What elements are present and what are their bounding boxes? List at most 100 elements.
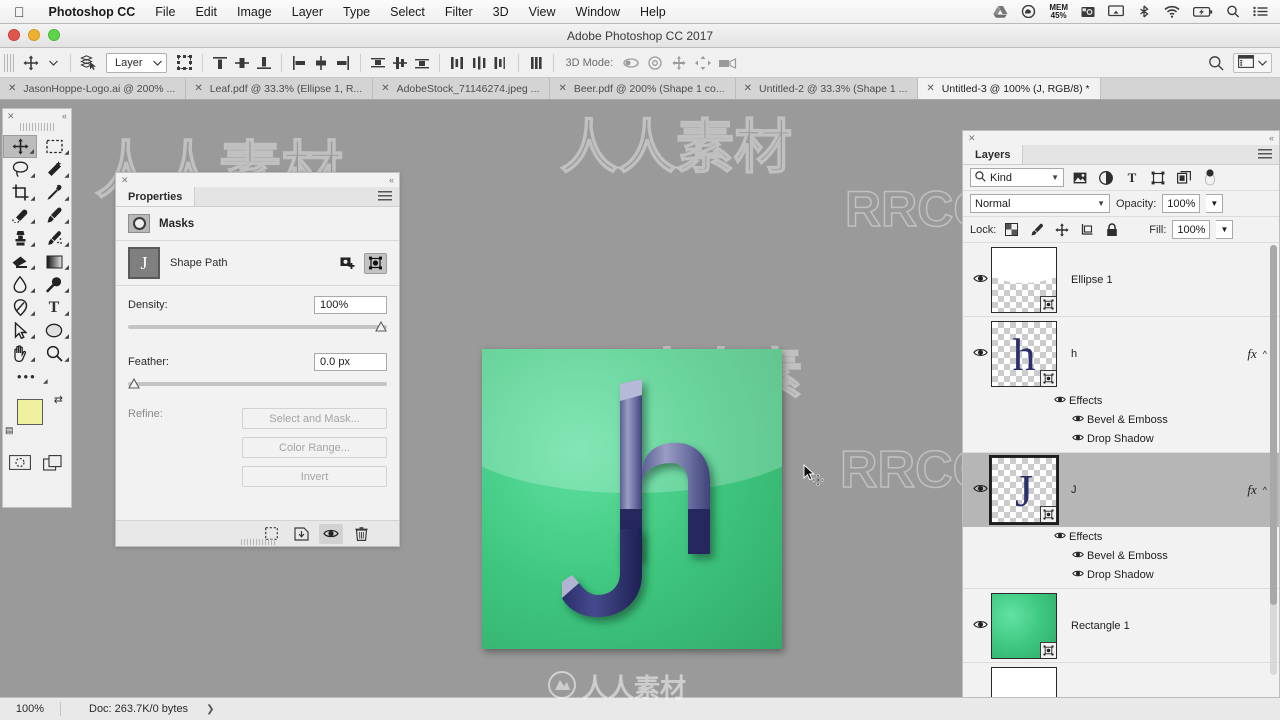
feather-input[interactable]: 0.0 px	[314, 353, 387, 371]
menu-item-file[interactable]: File	[145, 5, 185, 19]
layer-name-label[interactable]: J	[1071, 484, 1077, 496]
chevron-up-icon[interactable]: ^	[1263, 485, 1267, 495]
chevron-up-icon[interactable]: ^	[1263, 349, 1267, 359]
layer-name-label[interactable]: h	[1071, 348, 1077, 360]
density-slider-knob[interactable]	[375, 321, 387, 332]
layer-visibility-eye-icon[interactable]	[969, 483, 991, 497]
battery-icon[interactable]	[1193, 6, 1213, 18]
lock-image-pixels-icon[interactable]	[1027, 221, 1046, 239]
document-tab-5-active[interactable]: ✕ Untitled-3 @ 100% (J, RGB/8) *	[918, 78, 1101, 99]
layer-thumbnail[interactable]: h	[991, 321, 1057, 387]
rectangular-marquee-tool[interactable]: ◢	[37, 135, 71, 158]
menu-item-type[interactable]: Type	[333, 5, 380, 19]
lock-artboard-nesting-icon[interactable]	[1077, 221, 1096, 239]
fill-input[interactable]: 100%	[1172, 220, 1211, 239]
tools-panel-grip[interactable]	[20, 123, 54, 131]
mask-thumbnail[interactable]: J	[128, 247, 160, 279]
show-transform-controls-icon[interactable]	[173, 52, 196, 74]
google-drive-icon[interactable]	[993, 5, 1008, 18]
align-left-edges-icon[interactable]	[288, 52, 310, 74]
feather-slider-knob[interactable]	[128, 378, 140, 389]
opacity-input[interactable]: 100%	[1162, 194, 1201, 213]
swap-colors-icon[interactable]: ⇄	[54, 393, 63, 406]
effects-visibility-eye-icon[interactable]	[1051, 531, 1069, 543]
layer-row-ellipse-1[interactable]: Ellipse 1	[963, 243, 1279, 317]
align-top-edges-icon[interactable]	[209, 52, 231, 74]
layer-effects-fx-icon[interactable]: fx	[1247, 346, 1256, 362]
filter-shape-layers-icon[interactable]	[1148, 168, 1168, 187]
quick-mask-mode-icon[interactable]	[9, 455, 31, 474]
menu-item-view[interactable]: View	[519, 5, 566, 19]
menu-item-window[interactable]: Window	[566, 5, 630, 19]
layers-scrollbar-thumb[interactable]	[1270, 245, 1277, 605]
collapse-panel-icon[interactable]: «	[62, 111, 67, 121]
layers-scrollbar[interactable]	[1270, 245, 1277, 675]
effect-row-bevel-emboss[interactable]: Bevel & Emboss	[963, 410, 1279, 429]
filter-type-layers-icon[interactable]: T	[1122, 168, 1142, 187]
auto-select-target-select[interactable]: Layer	[106, 52, 167, 73]
toggle-mask-visibility-icon[interactable]	[319, 523, 343, 544]
document-canvas[interactable]	[482, 349, 782, 649]
brush-tool[interactable]: ◢	[37, 204, 71, 227]
tool-preset-chevron-icon[interactable]	[42, 52, 64, 74]
menu-item-edit[interactable]: Edit	[185, 5, 227, 19]
close-icon[interactable]: ✕	[968, 133, 976, 144]
menu-item-3d[interactable]: 3D	[483, 5, 519, 19]
distribute-right-edges-icon[interactable]	[490, 52, 512, 74]
options-bar-grip[interactable]	[4, 53, 14, 72]
filter-smart-objects-icon[interactable]	[1174, 168, 1194, 187]
zoom-level-input[interactable]: 100%	[0, 703, 60, 715]
ellipse-tool[interactable]: ◢	[37, 319, 71, 342]
filter-pixel-layers-icon[interactable]	[1070, 168, 1090, 187]
lock-transparent-pixels-icon[interactable]	[1002, 221, 1021, 239]
tab-properties[interactable]: Properties	[116, 187, 196, 206]
align-right-edges-icon[interactable]	[332, 52, 354, 74]
minimize-window-button[interactable]	[28, 29, 40, 41]
vector-mask-icon[interactable]	[364, 252, 387, 274]
invert-button[interactable]: Invert	[242, 466, 387, 487]
layer-thumbnail[interactable]	[991, 246, 1057, 313]
3d-slide-icon[interactable]	[691, 52, 715, 74]
pen-tool[interactable]: ◢	[3, 296, 37, 319]
effects-row[interactable]: Effects	[963, 391, 1279, 410]
layer-thumbnail[interactable]	[991, 592, 1057, 659]
foreground-color-swatch[interactable]	[17, 399, 43, 425]
close-icon[interactable]: ✕	[8, 83, 16, 94]
menu-app-name[interactable]: Photoshop CC	[39, 5, 146, 19]
3d-orbit-icon[interactable]	[619, 52, 643, 74]
spotlight-search-icon[interactable]	[1226, 5, 1240, 18]
distribute-vertical-centers-icon[interactable]	[389, 52, 411, 74]
panel-menu-icon[interactable]	[371, 187, 399, 206]
filter-adjustment-layers-icon[interactable]	[1096, 168, 1116, 187]
3d-camera-icon[interactable]	[715, 52, 741, 74]
history-brush-tool[interactable]: ◢	[37, 227, 71, 250]
layer-visibility-eye-icon[interactable]	[969, 347, 991, 361]
effects-visibility-eye-icon[interactable]	[1051, 395, 1069, 407]
filter-toggle-icon[interactable]	[1200, 168, 1220, 187]
clone-stamp-tool[interactable]: ◢	[3, 227, 37, 250]
document-tab-0[interactable]: ✕ JasonHoppe-Logo.ai @ 200% ...	[0, 78, 187, 99]
document-tab-4[interactable]: ✕ Untitled-2 @ 33.3% (Shape 1 ...	[735, 78, 919, 99]
path-selection-tool[interactable]: ◢	[3, 319, 37, 342]
creative-cloud-icon[interactable]	[1021, 5, 1036, 18]
lasso-tool[interactable]: ◢	[3, 158, 37, 181]
apply-mask-icon[interactable]	[289, 524, 313, 544]
gradient-tool[interactable]: ◢	[37, 250, 71, 273]
layer-effects-fx-icon[interactable]: fx	[1247, 482, 1256, 498]
layer-name-label[interactable]: Ellipse 1	[1071, 274, 1113, 286]
layer-thumbnail[interactable]: J	[989, 455, 1059, 525]
type-tool[interactable]: T ◢	[37, 296, 71, 319]
crop-tool[interactable]: ◢	[3, 181, 37, 204]
menu-item-image[interactable]: Image	[227, 5, 282, 19]
panel-menu-icon[interactable]	[1251, 145, 1279, 164]
blend-mode-select[interactable]: Normal ▼	[970, 194, 1110, 213]
lock-all-icon[interactable]	[1102, 221, 1121, 239]
close-icon[interactable]: ✕	[121, 175, 129, 186]
close-icon[interactable]: ✕	[558, 83, 566, 94]
properties-panel-grip[interactable]	[240, 539, 275, 545]
document-tab-2[interactable]: ✕ AdobeStock_71146274.jpeg ...	[373, 78, 551, 99]
density-slider[interactable]	[128, 321, 387, 335]
move-tool-icon[interactable]	[20, 52, 42, 74]
opacity-chevron-down-icon[interactable]: ▼	[1206, 194, 1224, 213]
layer-visibility-eye-icon[interactable]	[969, 273, 991, 287]
